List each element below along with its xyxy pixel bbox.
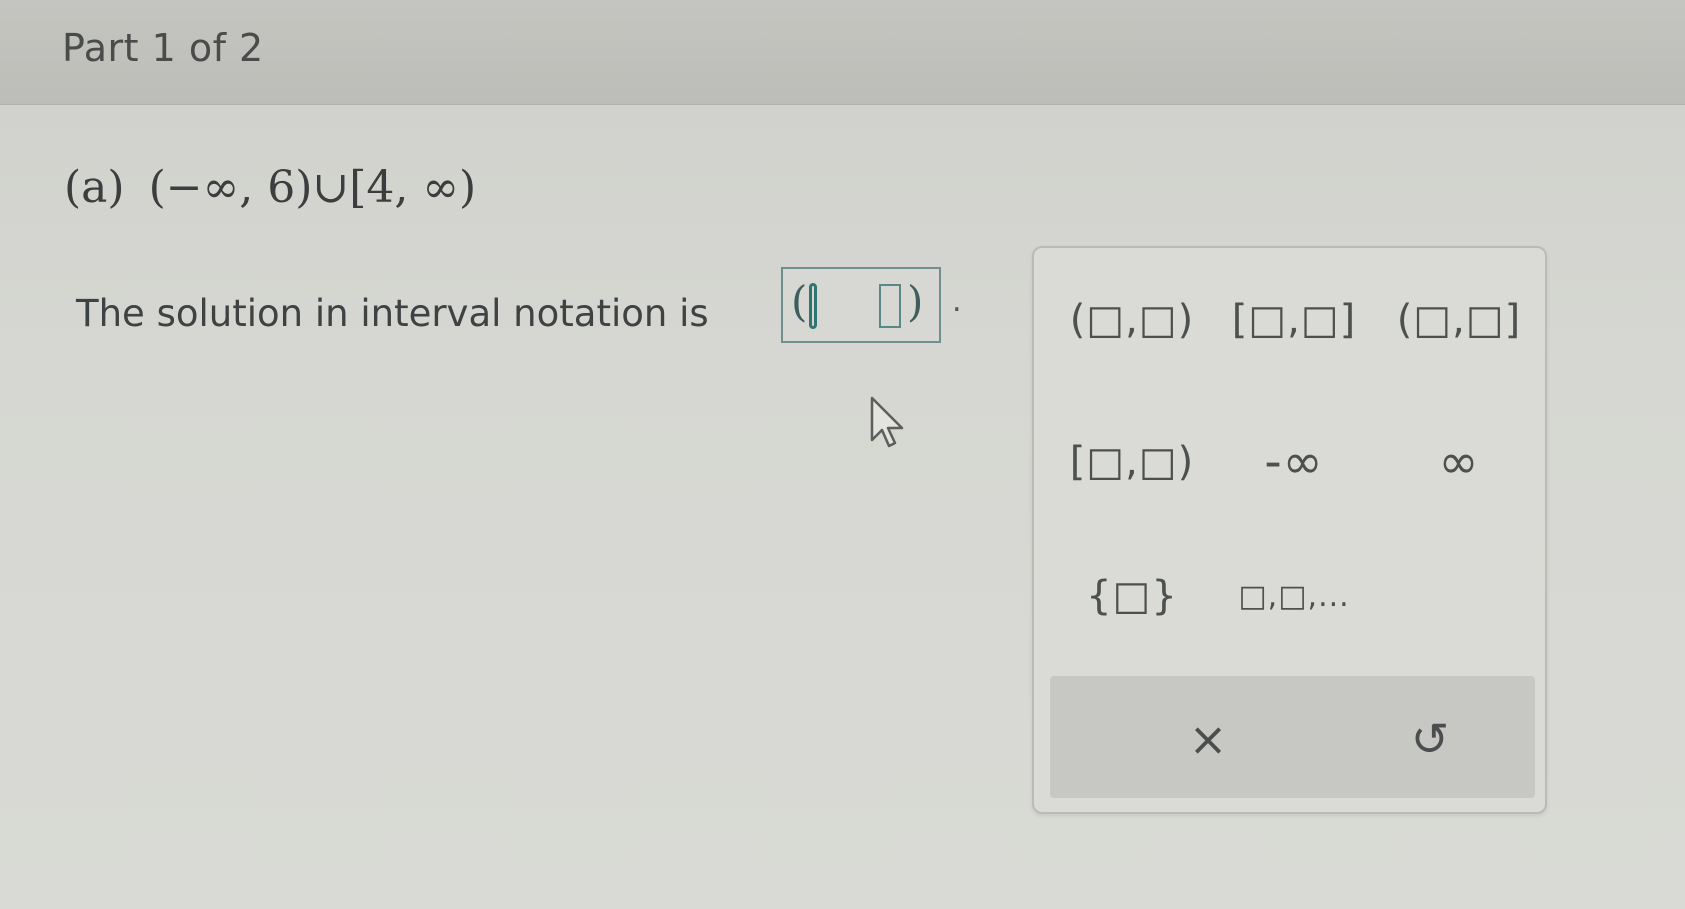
- answer-open-paren: (: [791, 277, 808, 326]
- undo-button[interactable]: ↺: [1370, 704, 1490, 774]
- palette-label: {□}: [1086, 573, 1178, 619]
- palette-label: (□,□): [1069, 297, 1195, 343]
- mouse-pointer-icon: [870, 396, 904, 448]
- question-text: (a) (−∞, 6)∪[4, ∞): [64, 162, 476, 213]
- palette-label: -∞: [1264, 434, 1324, 490]
- palette-label: [□,□): [1069, 439, 1195, 485]
- palette-open-open-interval[interactable]: (□,□): [1062, 282, 1202, 358]
- undo-icon: ↺: [1410, 712, 1450, 766]
- palette-label: □,□,...: [1238, 578, 1350, 614]
- answer-input[interactable]: ( ): [781, 267, 941, 343]
- question-label: (a): [64, 162, 125, 213]
- text-cursor: [809, 283, 817, 329]
- answer-close-paren: ): [907, 277, 924, 326]
- part-header: Part 1 of 2: [0, 0, 1685, 105]
- palette-infinity[interactable]: ∞: [1389, 424, 1529, 500]
- palette-negative-infinity[interactable]: -∞: [1224, 424, 1364, 500]
- sentence-period: .: [952, 284, 962, 319]
- question-expression: (−∞, 6)∪[4, ∞): [148, 162, 477, 213]
- math-palette: (□,□) [□,□] (□,□] [□,□) -∞ ∞ {□} □,□,...…: [1032, 246, 1547, 814]
- answer-slot-right[interactable]: [879, 284, 901, 328]
- palette-list[interactable]: □,□,...: [1224, 558, 1364, 634]
- clear-button[interactable]: ×: [1148, 704, 1268, 774]
- palette-footer: × ↺: [1050, 676, 1535, 798]
- close-icon: ×: [1188, 712, 1228, 766]
- palette-label: [□,□]: [1231, 297, 1357, 343]
- answer-prompt: The solution in interval notation is: [76, 292, 709, 335]
- palette-set-braces[interactable]: {□}: [1062, 558, 1202, 634]
- part-label: Part 1 of 2: [62, 26, 264, 70]
- palette-closed-open-interval[interactable]: [□,□): [1062, 424, 1202, 500]
- palette-open-closed-interval[interactable]: (□,□]: [1389, 282, 1529, 358]
- palette-label: ∞: [1438, 434, 1480, 490]
- palette-closed-closed-interval[interactable]: [□,□]: [1224, 282, 1364, 358]
- palette-label: (□,□]: [1396, 297, 1522, 343]
